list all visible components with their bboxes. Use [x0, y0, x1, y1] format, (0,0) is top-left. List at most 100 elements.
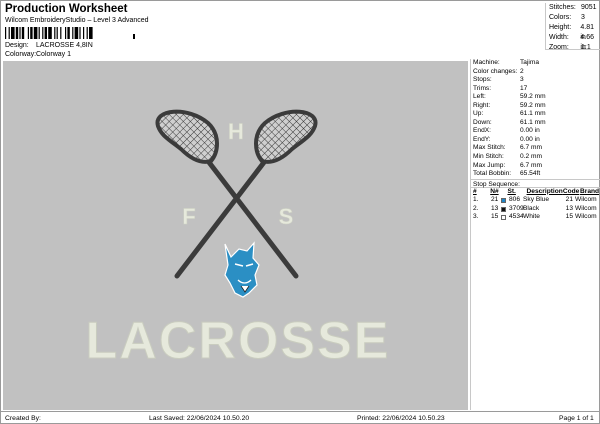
info-value: Tajima	[520, 59, 540, 66]
col-header-index: #	[473, 187, 477, 195]
info-label: Machine:	[473, 59, 500, 66]
letter-s: S	[279, 204, 294, 229]
row-needle: 21	[491, 196, 499, 204]
color-swatch	[501, 196, 509, 205]
info-label: EndY:	[473, 135, 491, 143]
col-header-description: Description	[526, 187, 563, 195]
letter-h: H	[228, 119, 244, 144]
design-name-row: Design: LACROSSE 4,8IN	[5, 42, 93, 49]
colorway-value: Colorway 1	[36, 51, 72, 58]
info-label: EndX:	[473, 127, 491, 135]
stat-label: Width:	[549, 34, 569, 41]
letter-f: F	[182, 204, 195, 229]
col-header-n: N#	[490, 187, 499, 195]
summary-stats: Stitches: 9051 Colors: 3 Height: 4.81 in Wi…	[545, 3, 600, 51]
info-value: 0.00 in	[520, 127, 540, 135]
info-label: Total Bobbin:	[473, 170, 512, 178]
info-total-bobbin: Total Bobbin: 65.54ft	[471, 170, 600, 179]
info-stops: Stops: 3	[471, 76, 600, 85]
info-down: Down: 61.1 mm	[471, 119, 600, 128]
row-code: 3709	[509, 204, 524, 212]
row-needle: 15	[491, 213, 499, 221]
row-index: 2.	[473, 204, 479, 212]
info-value: 2	[520, 67, 524, 75]
info-label: Min Stitch:	[473, 153, 504, 161]
stat-label: Zoom:	[549, 44, 569, 51]
row-description: Black	[523, 204, 540, 212]
row-code-2: 13	[565, 204, 573, 212]
barcode	[5, 27, 135, 39]
info-max-jump: Max Jump: 6.7 mm	[471, 162, 600, 171]
info-label: Color changes:	[473, 67, 518, 75]
row-brand: Wilcom	[575, 213, 597, 221]
stat-width: Width: 4.66 in	[546, 33, 600, 51]
stat-label: Height:	[549, 24, 572, 31]
printed-date: Printed: 22/06/2024 10.50.23	[357, 415, 445, 422]
color-swatch	[501, 213, 509, 222]
info-value: 6.7 mm	[520, 144, 542, 152]
info-label: Max Jump:	[473, 161, 506, 169]
colorway-label: Colorway:	[5, 51, 37, 58]
info-color-changes: Color changes: 2	[471, 68, 600, 77]
info-label: Stops:	[473, 76, 492, 84]
page-number: Page 1 of 1	[559, 415, 594, 422]
lacrosse-wordmark: LACROSSE	[86, 312, 391, 370]
info-value: 65.54ft	[520, 170, 541, 178]
design-preview: H F S LACROSSE	[3, 61, 468, 410]
row-code: 4534	[509, 213, 524, 221]
info-up: Up: 61.1 mm	[471, 110, 600, 119]
row-description: White	[523, 213, 540, 221]
worksheet-footer: Created By: Last Saved: 22/06/2024 10.50…	[1, 411, 600, 424]
info-value: 6.7 mm	[520, 161, 542, 169]
row-needle: 13	[491, 204, 499, 212]
row-code-2: 21	[565, 196, 573, 204]
info-label: Trims:	[473, 84, 492, 92]
info-value: 59.2 mm	[520, 101, 546, 109]
stat-value: 4.81 in	[580, 24, 594, 41]
info-left: Left: 59.2 mm	[471, 93, 600, 102]
machine-info-panel: Machine: Tajima Color changes: 2 Stops: 3 T…	[470, 59, 600, 410]
info-right: Right: 59.2 mm	[471, 102, 600, 111]
stat-label: Stitches:	[549, 4, 576, 11]
info-label: Max Stitch:	[473, 144, 506, 152]
stat-value: 3	[581, 14, 585, 21]
info-label: Left:	[473, 93, 486, 101]
info-label: Right:	[473, 101, 491, 109]
stop-sequence-table: # N# St. Description Code Brand 1. 21 80…	[471, 188, 600, 222]
info-label: Up:	[473, 110, 484, 118]
col-header-code: Code	[562, 187, 580, 195]
info-value: 3	[520, 76, 524, 84]
row-brand: Wilcom	[575, 204, 597, 212]
row-code-2: 15	[565, 213, 573, 221]
info-value: 59.2 mm	[520, 93, 546, 101]
info-endy: EndY: 0.00 in	[471, 136, 600, 145]
stat-height: Height: 4.81 in	[546, 23, 600, 41]
last-saved: Last Saved: 22/06/2024 10.50.20	[149, 415, 250, 422]
stop-sequence-title: Stop Sequence:	[471, 178, 600, 188]
color-swatch	[501, 205, 509, 214]
devil-mascot-icon	[224, 241, 260, 298]
stop-sequence-row: 1. 21 806 Sky Blue 21 Wilcom	[471, 196, 600, 205]
stat-value: 1:1	[581, 44, 591, 51]
design-value: LACROSSE 4,8IN	[36, 42, 93, 49]
production-worksheet: Production Worksheet Wilcom EmbroiderySt…	[0, 0, 600, 424]
stat-stitches: Stitches: 9051	[546, 3, 600, 13]
design-label: Design:	[5, 42, 29, 49]
stop-sequence-header: # N# St. Description Code Brand	[471, 188, 600, 197]
row-brand: Wilcom	[575, 196, 597, 204]
info-label: Down:	[473, 118, 492, 126]
colorway-row: Colorway: Colorway 1	[5, 51, 71, 58]
info-endx: EndX: 0.00 in	[471, 127, 600, 136]
embroidery-design: H F S LACROSSE	[85, 109, 391, 371]
stat-colors: Colors: 3	[546, 13, 600, 23]
stat-value: 9051	[581, 4, 597, 11]
info-value: 0.2 mm	[520, 153, 542, 161]
info-min-stitch: Min Stitch: 0.2 mm	[471, 153, 600, 162]
info-trims: Trims: 17	[471, 85, 600, 94]
created-by: Created By:	[5, 415, 41, 422]
info-machine: Machine: Tajima	[471, 59, 600, 68]
row-index: 1.	[473, 196, 479, 204]
col-header-brand: Brand	[580, 187, 600, 195]
worksheet-title: Production Worksheet	[5, 3, 128, 15]
software-subtitle: Wilcom EmbroideryStudio – Level 3 Advanc…	[5, 17, 149, 24]
